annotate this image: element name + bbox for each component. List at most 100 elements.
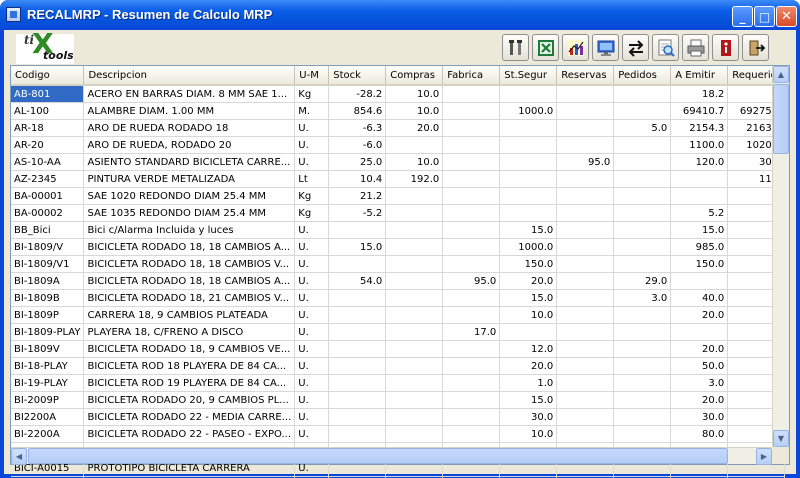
cell-pedidos[interactable] — [613, 170, 672, 188]
cell-fabrica[interactable] — [442, 289, 501, 307]
cell-st-segur[interactable]: 10.0 — [499, 425, 558, 443]
column-header-fabrica[interactable]: Fabrica — [442, 66, 501, 86]
cell-descripcion[interactable]: Bici c/Alarma Incluida y luces — [83, 221, 296, 239]
cell-fabrica[interactable] — [442, 85, 501, 103]
cell-codigo[interactable]: BI-19-PLAY — [11, 374, 85, 392]
cell-a-emitir[interactable]: 18.2 — [670, 85, 729, 103]
cell-a-emitir[interactable]: 5.2 — [670, 204, 729, 222]
cell-um[interactable]: Kg — [294, 85, 330, 103]
cell-um[interactable]: U. — [294, 136, 330, 154]
cell-st-segur[interactable]: 15.0 — [499, 289, 558, 307]
cell-reservas[interactable]: 95.0 — [556, 153, 615, 171]
cell-codigo[interactable]: AS-10-AA — [11, 153, 85, 171]
vertical-scroll-thumb[interactable] — [773, 84, 789, 154]
cell-compras[interactable] — [385, 221, 444, 239]
cell-descripcion[interactable]: BICICLETA RODADO 18, 18 CAMBIOS A... — [83, 272, 296, 290]
cell-a-emitir[interactable]: 3.0 — [670, 374, 729, 392]
maximize-button[interactable]: □ — [754, 6, 775, 27]
cell-pedidos[interactable] — [613, 306, 672, 324]
cell-a-emitir[interactable]: 50.0 — [670, 357, 729, 375]
cell-st-segur[interactable]: 20.0 — [499, 272, 558, 290]
cell-descripcion[interactable]: BICICLETA ROD 19 PLAYERA DE 84 CA... — [83, 374, 296, 392]
cell-pedidos[interactable] — [613, 153, 672, 171]
table-row[interactable]: BI-1809P CARRERA 18, 9 CAMBIOS PLATEADA U.… — [11, 306, 786, 324]
table-row[interactable]: BI-1809-PLAY PLAYERA 18, C/FRENO A DISCO U… — [11, 323, 786, 341]
cell-fabrica[interactable] — [442, 306, 501, 324]
cell-um[interactable]: Kg — [294, 204, 330, 222]
column-header-compras[interactable]: Compras — [385, 66, 444, 86]
cell-pedidos[interactable] — [613, 221, 672, 239]
cell-stock[interactable] — [328, 425, 387, 443]
cell-um[interactable]: U. — [294, 408, 330, 426]
cell-codigo[interactable]: AZ-2345 — [11, 170, 85, 188]
cell-reservas[interactable] — [556, 238, 615, 256]
cell-reservas[interactable] — [556, 306, 615, 324]
cell-st-segur[interactable]: 1000.0 — [499, 238, 558, 256]
cell-um[interactable]: U. — [294, 153, 330, 171]
cell-compras[interactable] — [385, 255, 444, 273]
cell-a-emitir[interactable]: 69410.7 — [670, 102, 729, 120]
cell-fabrica[interactable] — [442, 391, 501, 409]
cell-fabrica[interactable] — [442, 170, 501, 188]
table-row[interactable]: AZ-2345 PINTURA VERDE METALIZADA Lt 10.4 192… — [11, 170, 786, 188]
cell-a-emitir[interactable] — [670, 187, 729, 205]
cell-reservas[interactable] — [556, 102, 615, 120]
cell-st-segur[interactable] — [499, 187, 558, 205]
cell-um[interactable]: Lt — [294, 170, 330, 188]
cell-compras[interactable] — [385, 204, 444, 222]
cell-a-emitir[interactable]: 20.0 — [670, 391, 729, 409]
cell-fabrica[interactable] — [442, 153, 501, 171]
cell-codigo[interactable]: AL-100 — [11, 102, 85, 120]
cell-reservas[interactable] — [556, 255, 615, 273]
cell-um[interactable]: U. — [294, 289, 330, 307]
cell-fabrica[interactable] — [442, 221, 501, 239]
cell-a-emitir[interactable] — [670, 170, 729, 188]
export-excel-button[interactable] — [532, 34, 559, 61]
scroll-down-arrow-icon[interactable]: ▼ — [773, 430, 789, 447]
horizontal-scroll-thumb[interactable] — [28, 448, 728, 464]
cell-codigo[interactable]: BI-1809V — [11, 340, 85, 358]
cell-stock[interactable] — [328, 306, 387, 324]
cell-st-segur[interactable]: 1.0 — [499, 374, 558, 392]
cell-codigo[interactable]: BI-1809P — [11, 306, 85, 324]
column-header-codigo[interactable]: Codigo — [11, 66, 85, 86]
cell-descripcion[interactable]: ASIENTO STANDARD BICICLETA CARRE... — [83, 153, 296, 171]
cell-um[interactable]: U. — [294, 374, 330, 392]
cell-a-emitir[interactable] — [670, 272, 729, 290]
cell-compras[interactable] — [385, 306, 444, 324]
cell-reservas[interactable] — [556, 221, 615, 239]
cell-compras[interactable]: 192.0 — [385, 170, 444, 188]
cell-pedidos[interactable] — [613, 374, 672, 392]
cell-um[interactable]: U. — [294, 272, 330, 290]
cell-stock[interactable] — [328, 391, 387, 409]
cell-codigo[interactable]: AR-18 — [11, 119, 85, 137]
cell-compras[interactable] — [385, 408, 444, 426]
print-button[interactable] — [682, 34, 709, 61]
cell-pedidos[interactable]: 5.0 — [613, 119, 672, 137]
cell-st-segur[interactable] — [499, 323, 558, 341]
cell-um[interactable]: U. — [294, 425, 330, 443]
cell-st-segur[interactable] — [499, 136, 558, 154]
table-row[interactable]: BI-2009P BICICLETA RODADO 20, 9 CAMBIOS P… — [11, 391, 786, 409]
cell-stock[interactable]: 854.6 — [328, 102, 387, 120]
mrp-summary-grid[interactable]: Codigo Descripcion U-M Stock Compras Fabrica S… — [10, 65, 790, 478]
cell-descripcion[interactable]: BICICLETA RODADO 20, 9 CAMBIOS PL... — [83, 391, 296, 409]
cell-stock[interactable]: -28.2 — [328, 85, 387, 103]
cell-compras[interactable] — [385, 340, 444, 358]
cell-fabrica[interactable] — [442, 102, 501, 120]
cell-descripcion[interactable]: ACERO EN BARRAS DIAM. 8 MM SAE 1... — [83, 85, 296, 103]
cell-reservas[interactable] — [556, 187, 615, 205]
column-header-reservas[interactable]: Reservas — [556, 66, 615, 86]
cell-reservas[interactable] — [556, 85, 615, 103]
monitor-button[interactable] — [592, 34, 619, 61]
table-row[interactable]: AS-10-AA ASIENTO STANDARD BICICLETA CARRE… — [11, 153, 786, 171]
cell-fabrica[interactable] — [442, 374, 501, 392]
cell-stock[interactable]: 10.4 — [328, 170, 387, 188]
cell-a-emitir[interactable]: 20.0 — [670, 306, 729, 324]
table-row[interactable]: BI-1809B BICICLETA RODADO 18, 21 CAMBIOS … — [11, 289, 786, 307]
cell-pedidos[interactable]: 3.0 — [613, 289, 672, 307]
cell-descripcion[interactable]: CARRERA 18, 9 CAMBIOS PLATEADA — [83, 306, 296, 324]
cell-compras[interactable]: 10.0 — [385, 85, 444, 103]
cell-stock[interactable]: -5.2 — [328, 204, 387, 222]
cell-reservas[interactable] — [556, 119, 615, 137]
